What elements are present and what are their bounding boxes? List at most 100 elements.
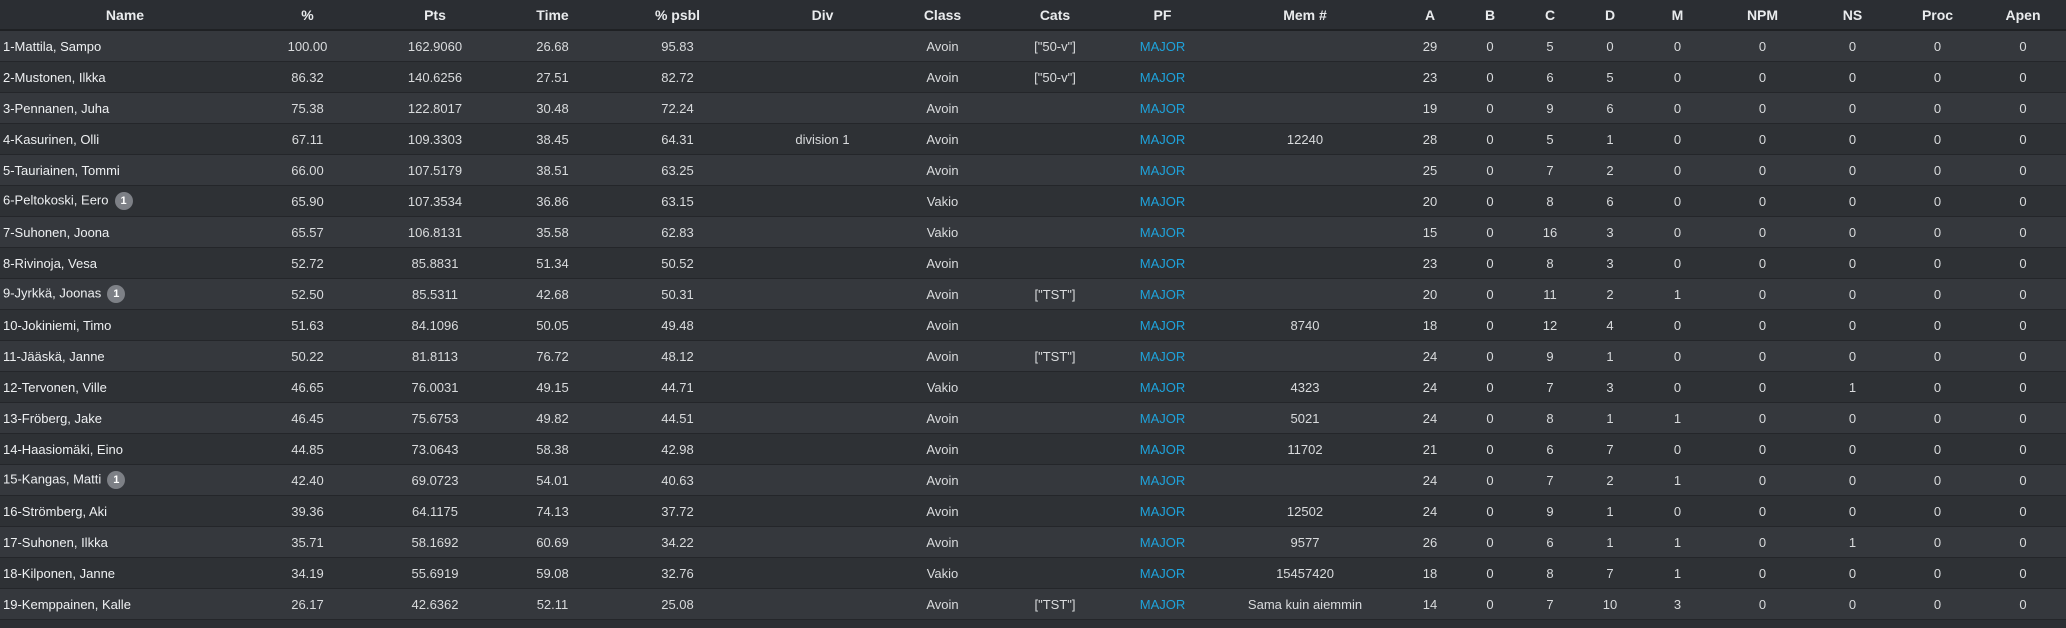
competitor-name[interactable]: 8-Rivinoja, Vesa [3,256,97,271]
power-factor-link[interactable]: MAJOR [1115,526,1210,558]
column-header[interactable]: M [1640,0,1715,31]
power-factor-link[interactable]: MAJOR [1115,61,1210,93]
table-row[interactable]: 6-Peltokoski, Eero 1 65.90 107.3534 36.86 63.… [0,185,2066,217]
competitor-name-cell: 16-Strömberg, Aki [0,495,250,527]
apen-cell: 0 [1980,154,2066,186]
power-factor-link[interactable]: MAJOR [1115,30,1210,62]
power-factor-link[interactable]: MAJOR [1115,495,1210,527]
npm-cell: 0 [1715,185,1810,217]
power-factor-link[interactable]: MAJOR [1115,154,1210,186]
power-factor-link[interactable]: MAJOR [1115,278,1210,310]
table-row[interactable]: 1-Mattila, Sampo 100.00 162.9060 26.68 95.83… [0,30,2066,62]
ns-cell: 0 [1810,495,1895,527]
competitor-name[interactable]: 4-Kasurinen, Olli [3,132,99,147]
column-header[interactable]: Div [755,0,890,31]
percent-cell: 66.00 [250,154,365,186]
power-factor-link[interactable]: MAJOR [1115,340,1210,372]
column-header[interactable]: % [250,0,365,31]
power-factor-link[interactable]: MAJOR [1115,309,1210,341]
column-header[interactable]: Mem # [1210,0,1400,31]
table-row[interactable]: 4-Kasurinen, Olli 67.11 109.3303 38.45 64.31… [0,123,2066,155]
competitor-name[interactable]: 10-Jokiniemi, Timo [3,318,111,333]
column-header[interactable]: NS [1810,0,1895,31]
categories-cell: ["TST"] [995,588,1115,620]
table-row[interactable]: 10-Jokiniemi, Timo 51.63 84.1096 50.05 49.48… [0,309,2066,341]
column-header[interactable]: PF [1115,0,1210,31]
time-cell: 38.51 [505,154,600,186]
power-factor-link[interactable]: MAJOR [1115,247,1210,279]
column-header[interactable]: Proc [1895,0,1980,31]
time-cell: 59.08 [505,557,600,589]
power-factor-link[interactable]: MAJOR [1115,185,1210,217]
table-row[interactable]: 8-Rivinoja, Vesa 52.72 85.8831 51.34 50.52 Av… [0,247,2066,279]
column-header[interactable]: B [1460,0,1520,31]
column-header[interactable]: Pts [365,0,505,31]
class-cell: Vakio [890,216,995,248]
column-header[interactable]: Time [505,0,600,31]
table-row[interactable]: 19-Kemppainen, Kalle 26.17 42.6362 52.11 25.… [0,588,2066,620]
competitor-name[interactable]: 18-Kilponen, Janne [3,566,115,581]
table-row[interactable]: 2-Mustonen, Ilkka 86.32 140.6256 27.51 82.72… [0,61,2066,93]
power-factor-link[interactable]: MAJOR [1115,92,1210,124]
power-factor-link[interactable]: MAJOR [1115,588,1210,620]
miss-cell: 0 [1640,433,1715,465]
competitor-name[interactable]: 11-Jääskä, Janne [3,349,105,364]
competitor-name[interactable]: 16-Strömberg, Aki [3,504,107,519]
column-header[interactable]: A [1400,0,1460,31]
competitor-name[interactable]: 19-Kemppainen, Kalle [3,597,131,612]
time-cell: 52.11 [505,588,600,620]
table-row[interactable]: 15-Kangas, Matti 1 42.40 69.0723 54.01 40.63 A… [0,464,2066,496]
table-row[interactable]: 18-Kilponen, Janne 34.19 55.6919 59.08 32.76… [0,557,2066,589]
competitor-name[interactable]: 3-Pennanen, Juha [3,101,109,116]
column-header[interactable]: C [1520,0,1580,31]
column-header[interactable]: Class [890,0,995,31]
competitor-name[interactable]: 15-Kangas, Matti [3,471,101,486]
procedural-cell: 0 [1895,371,1980,403]
procedural-cell: 0 [1895,495,1980,527]
miss-cell: 0 [1640,340,1715,372]
power-factor-link[interactable]: MAJOR [1115,402,1210,434]
table-row[interactable]: 5-Tauriainen, Tommi 66.00 107.5179 38.51 63.… [0,154,2066,186]
competitor-name[interactable]: 17-Suhonen, Ilkka [3,535,108,550]
competitor-name[interactable]: 7-Suhonen, Joona [3,225,109,240]
power-factor-link[interactable]: MAJOR [1115,433,1210,465]
table-row[interactable]: 14-Haasiomäki, Eino 44.85 73.0643 58.38 42.9… [0,433,2066,465]
class-cell: Avoin [890,247,995,279]
d-hits-cell: 1 [1580,402,1640,434]
competitor-name[interactable]: 2-Mustonen, Ilkka [3,70,106,85]
table-row[interactable]: 9-Jyrkkä, Joonas 1 52.50 85.5311 42.68 50.31 A… [0,278,2066,310]
column-header[interactable]: Apen [1980,0,2066,31]
power-factor-link[interactable]: MAJOR [1115,464,1210,496]
power-factor-link[interactable]: MAJOR [1115,123,1210,155]
table-row[interactable]: 3-Pennanen, Juha 75.38 122.8017 30.48 72.24 A… [0,92,2066,124]
competitor-name[interactable]: 12-Tervonen, Ville [3,380,107,395]
apen-cell: 0 [1980,30,2066,62]
competitor-name[interactable]: 5-Tauriainen, Tommi [3,163,120,178]
column-header[interactable]: D [1580,0,1640,31]
table-row[interactable]: 17-Suhonen, Ilkka 35.71 58.1692 60.69 34.22 A… [0,526,2066,558]
a-hits-cell: 29 [1400,30,1460,62]
column-header[interactable]: NPM [1715,0,1810,31]
member-number-cell: 15457420 [1210,557,1400,589]
table-row[interactable]: 12-Tervonen, Ville 46.65 76.0031 49.15 44.71… [0,371,2066,403]
table-row[interactable]: 13-Fröberg, Jake 46.45 75.6753 49.82 44.51 Av… [0,402,2066,434]
table-row[interactable]: 11-Jääskä, Janne 50.22 81.8113 76.72 48.12 Av… [0,340,2066,372]
competitor-name-cell: 19-Kemppainen, Kalle [0,588,250,620]
miss-cell: 0 [1640,216,1715,248]
categories-cell: ["50-v"] [995,30,1115,62]
column-header[interactable]: Cats [995,0,1115,31]
column-header[interactable]: Name [0,0,250,31]
power-factor-link[interactable]: MAJOR [1115,216,1210,248]
table-row[interactable]: 16-Strömberg, Aki 39.36 64.1175 74.13 37.72 A… [0,495,2066,527]
competitor-name[interactable]: 1-Mattila, Sampo [3,39,101,54]
table-row[interactable]: 7-Suhonen, Joona 65.57 106.8131 35.58 62.83 V… [0,216,2066,248]
power-factor-link[interactable]: MAJOR [1115,371,1210,403]
competitor-name[interactable]: 6-Peltokoski, Eero [3,192,109,207]
power-factor-link[interactable]: MAJOR [1115,557,1210,589]
competitor-name[interactable]: 9-Jyrkkä, Joonas [3,285,101,300]
time-cell: 42.68 [505,278,600,310]
competitor-name[interactable]: 14-Haasiomäki, Eino [3,442,123,457]
competitor-name[interactable]: 13-Fröberg, Jake [3,411,102,426]
column-header[interactable]: % psbl [600,0,755,31]
class-cell: Avoin [890,402,995,434]
